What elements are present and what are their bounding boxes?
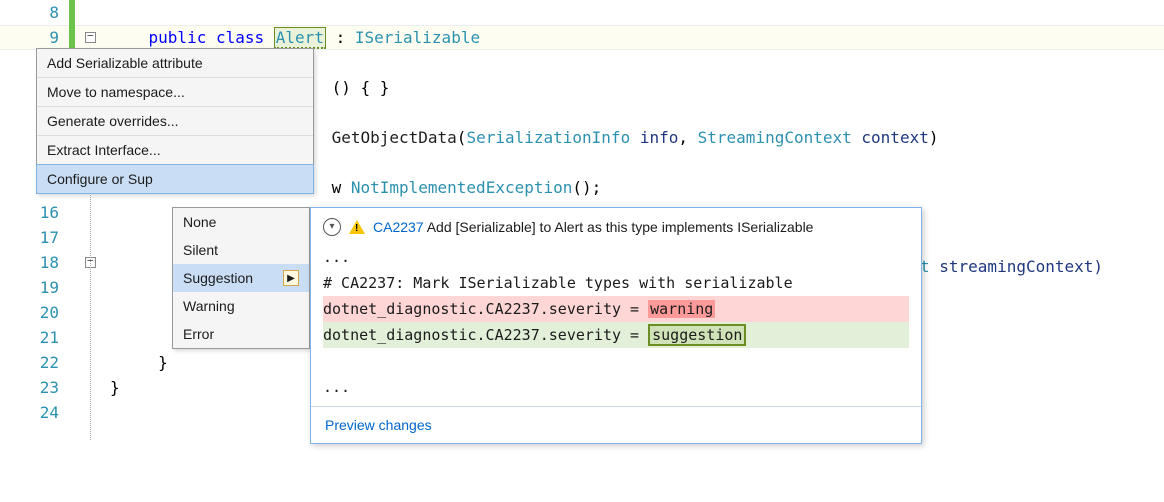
severity-none[interactable]: None xyxy=(173,208,309,236)
severity-warning[interactable]: Warning xyxy=(173,292,309,320)
line-number: 16 xyxy=(31,203,59,222)
diff-preview: ... # CA2237: Mark ISerializable types w… xyxy=(311,244,921,406)
fold-toggle[interactable] xyxy=(85,32,96,43)
code-fragment: t streamingContext) xyxy=(920,257,1103,276)
diff-added-line: dotnet_diagnostic.CA2237.severity = sugg… xyxy=(323,322,909,348)
diff-removed-line: dotnet_diagnostic.CA2237.severity = warn… xyxy=(323,296,909,322)
preview-title: CA2237 Add [Serializable] to Alert as th… xyxy=(373,218,813,238)
rule-id-link[interactable]: CA2237 xyxy=(373,219,424,235)
menu-item-move-namespace[interactable]: Move to namespace... xyxy=(37,78,313,107)
warning-icon xyxy=(349,220,365,234)
interface-name: ISerializable xyxy=(355,28,480,47)
severity-error[interactable]: Error xyxy=(173,320,309,348)
keyword: class xyxy=(216,28,264,47)
menu-item-configure-suppress[interactable]: Configure or Sup xyxy=(36,164,314,194)
chevron-right-icon: ▶ xyxy=(283,270,299,286)
line-number: 24 xyxy=(31,403,59,422)
menu-item-generate-overrides[interactable]: Generate overrides... xyxy=(37,107,313,136)
code-text: () { } xyxy=(332,78,390,97)
chevron-down-icon[interactable]: ▾ xyxy=(323,218,341,236)
quick-actions-menu: Add Serializable attribute Move to names… xyxy=(36,48,314,194)
line-number: 19 xyxy=(31,278,59,297)
severity-submenu: None Silent Suggestion▶ Warning Error xyxy=(172,207,310,349)
menu-item-extract-interface[interactable]: Extract Interface... xyxy=(37,136,313,165)
line-number: 17 xyxy=(31,228,59,247)
severity-suggestion[interactable]: Suggestion▶ xyxy=(173,264,309,292)
line-number: 21 xyxy=(31,328,59,347)
line-number: 18 xyxy=(31,253,59,272)
line-number: 22 xyxy=(31,353,59,372)
fix-preview-panel: ▾ CA2237 Add [Serializable] to Alert as … xyxy=(310,207,922,444)
severity-silent[interactable]: Silent xyxy=(173,236,309,264)
method-name: GetObjectData xyxy=(332,128,457,147)
preview-changes-link[interactable]: Preview changes xyxy=(325,417,432,433)
line-number: 23 xyxy=(31,378,59,397)
line-number: 8 xyxy=(31,3,59,22)
line-number: 9 xyxy=(31,28,59,47)
line-number: 20 xyxy=(31,303,59,322)
menu-item-add-serializable[interactable]: Add Serializable attribute xyxy=(37,49,313,78)
class-name-alert[interactable]: Alert xyxy=(274,27,326,49)
keyword: public xyxy=(149,28,207,47)
